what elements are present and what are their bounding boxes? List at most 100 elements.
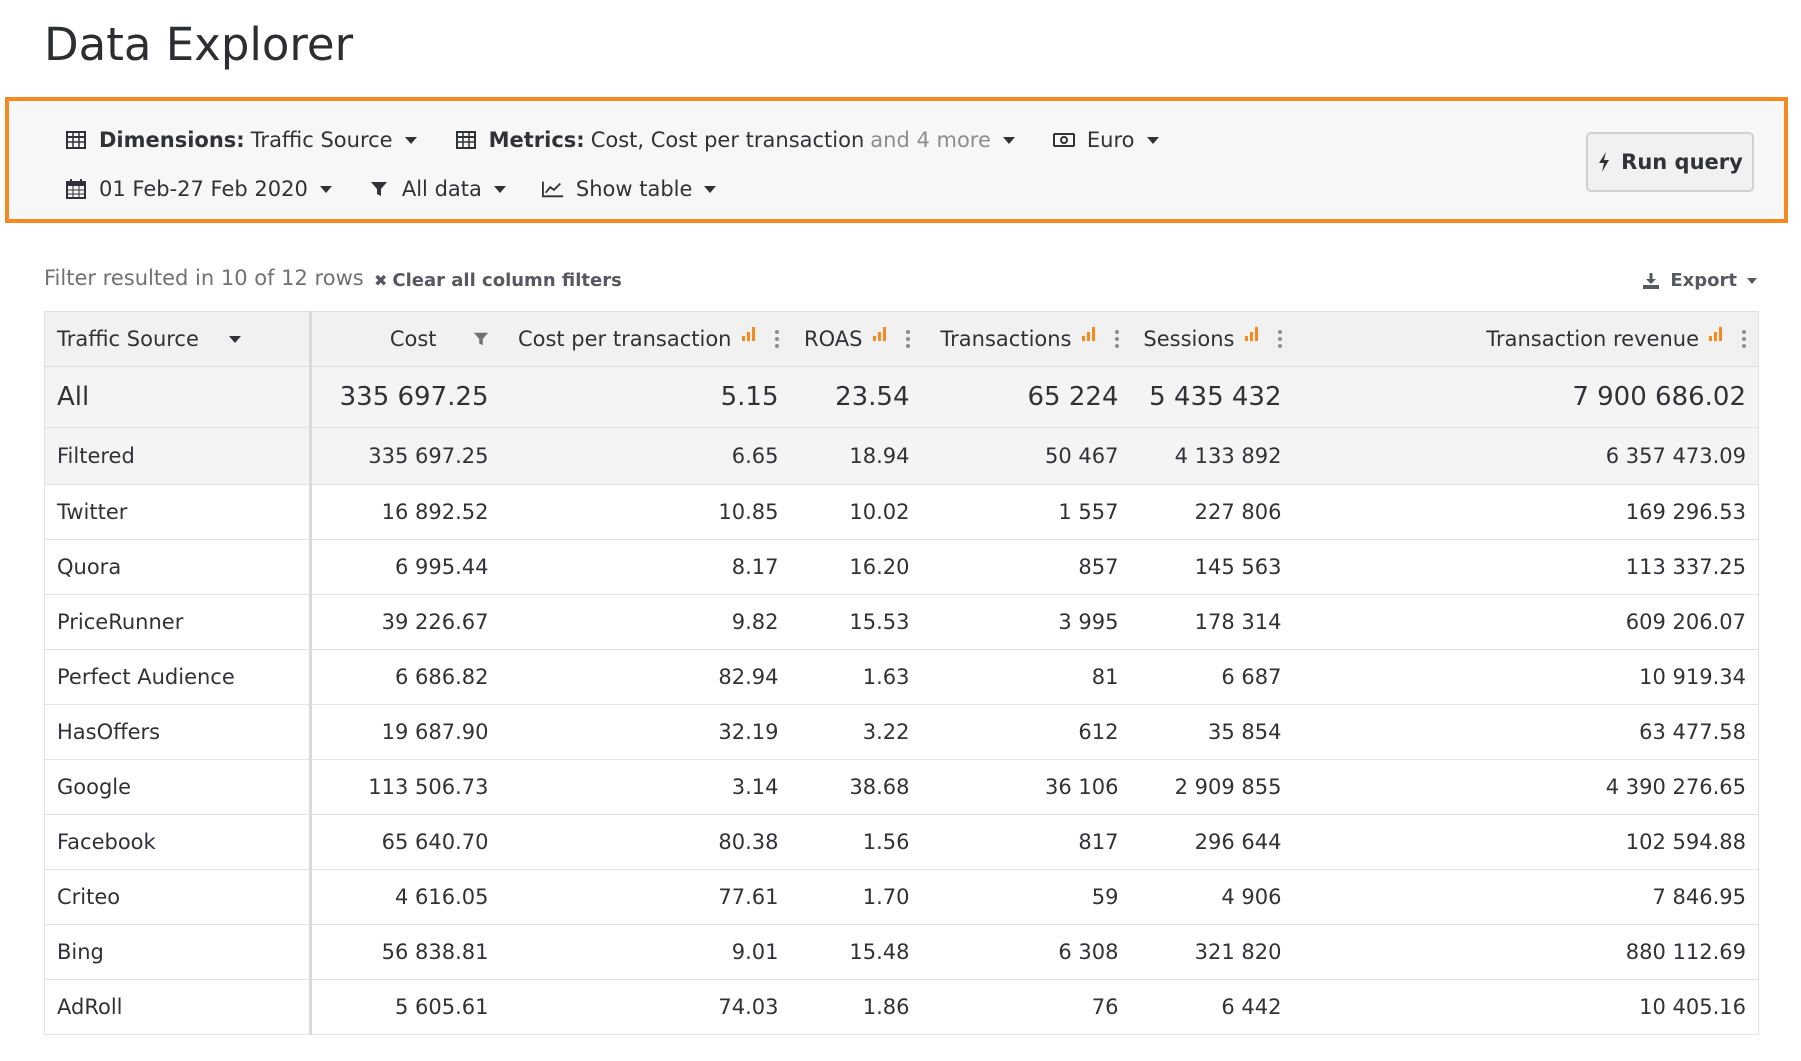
cell-transaction-revenue: 6 357 473.09 — [1293, 427, 1759, 485]
column-header-sessions[interactable]: Sessions — [1130, 311, 1294, 367]
column-header-label: Cost — [389, 327, 437, 351]
sort-down-icon[interactable] — [228, 335, 241, 343]
dimensions-label: Dimensions: — [99, 128, 245, 152]
cell-sessions: 227 806 — [1130, 484, 1294, 540]
cell-cost: 6 995.44 — [310, 539, 501, 595]
cell-transactions: 76 — [921, 979, 1131, 1035]
dimensions-dropdown[interactable]: Dimensions: Traffic Source — [65, 128, 417, 152]
cell-sessions: 145 563 — [1130, 539, 1294, 595]
cell-sessions: 321 820 — [1130, 924, 1294, 980]
column-header-cost-per-transaction[interactable]: Cost per transaction — [500, 311, 791, 367]
row-label: Criteo — [44, 869, 312, 925]
table-row[interactable]: Twitter 16 892.52 10.85 10.02 1 557 227 … — [44, 484, 1759, 540]
row-label: Twitter — [44, 484, 312, 540]
table-row[interactable]: Google 113 506.73 3.14 38.68 36 106 2 90… — [44, 759, 1759, 815]
cell-cost: 19 687.90 — [310, 704, 501, 760]
row-label: Filtered — [44, 427, 312, 485]
cell-transactions: 36 106 — [921, 759, 1131, 815]
metrics-value: Cost, Cost per transaction — [590, 128, 865, 152]
more-options-icon[interactable] — [1742, 330, 1746, 348]
table-row[interactable]: AdRoll 5 605.61 74.03 1.86 76 6 442 10 4… — [44, 979, 1759, 1035]
cell-roas: 15.53 — [790, 594, 922, 650]
banknote-icon — [1052, 129, 1075, 151]
export-label: Export — [1670, 270, 1737, 291]
query-row-primary: Dimensions: Traffic Source Metrics: Cost… — [65, 125, 1159, 155]
column-header-label: Transactions — [940, 327, 1072, 351]
cell-transaction-revenue: 113 337.25 — [1293, 539, 1759, 595]
column-header-cost[interactable]: Cost — [310, 311, 501, 367]
table-row[interactable]: HasOffers 19 687.90 32.19 3.22 612 35 85… — [44, 704, 1759, 760]
date-range-picker[interactable]: 01 Feb-27 Feb 2020 — [65, 177, 332, 201]
bar-chart-icon — [872, 327, 886, 341]
run-query-button[interactable]: Run query — [1586, 132, 1754, 192]
cell-roas: 1.86 — [790, 979, 922, 1035]
cell-cost: 16 892.52 — [310, 484, 501, 540]
cell-cost: 6 686.82 — [310, 649, 501, 705]
cell-cost-per-transaction: 10.85 — [500, 484, 791, 540]
cell-sessions: 4 906 — [1130, 869, 1294, 925]
cell-cost: 113 506.73 — [310, 759, 501, 815]
column-header-label: Sessions — [1143, 327, 1235, 351]
more-options-icon[interactable] — [1114, 330, 1119, 348]
cell-cost: 65 640.70 — [310, 814, 501, 870]
cell-transaction-revenue: 7 846.95 — [1293, 869, 1759, 925]
chevron-down-icon — [1146, 136, 1159, 144]
cell-roas: 3.22 — [790, 704, 922, 760]
lightning-icon — [1597, 151, 1611, 173]
summary-row-all: All 335 697.25 5.15 23.54 65 224 5 435 4… — [44, 366, 1759, 428]
view-mode-dropdown[interactable]: Show table — [541, 177, 717, 201]
chevron-down-icon — [319, 185, 332, 193]
currency-value: Euro — [1086, 128, 1135, 152]
table-row[interactable]: Facebook 65 640.70 80.38 1.56 817 296 64… — [44, 814, 1759, 870]
cell-roas: 1.70 — [790, 869, 922, 925]
cell-cost: 4 616.05 — [310, 869, 501, 925]
table-row[interactable]: Perfect Audience 6 686.82 82.94 1.63 81 … — [44, 649, 1759, 705]
data-filter-dropdown[interactable]: All data — [368, 177, 506, 201]
table-row[interactable]: Criteo 4 616.05 77.61 1.70 59 4 906 7 84… — [44, 869, 1759, 925]
table-row[interactable]: Bing 56 838.81 9.01 15.48 6 308 321 820 … — [44, 924, 1759, 980]
row-label: Facebook — [44, 814, 312, 870]
more-options-icon[interactable] — [905, 330, 910, 348]
more-options-icon[interactable] — [774, 330, 779, 348]
table-row[interactable]: Quora 6 995.44 8.17 16.20 857 145 563 11… — [44, 539, 1759, 595]
cell-roas: 1.56 — [790, 814, 922, 870]
cell-cost: 335 697.25 — [310, 427, 501, 485]
filter-icon[interactable] — [473, 331, 489, 347]
cell-transactions: 817 — [921, 814, 1131, 870]
cell-cost-per-transaction: 9.82 — [500, 594, 791, 650]
cell-roas: 1.63 — [790, 649, 922, 705]
table-row[interactable]: PriceRunner 39 226.67 9.82 15.53 3 995 1… — [44, 594, 1759, 650]
column-header-label: Traffic Source — [57, 327, 199, 351]
cell-cost: 5 605.61 — [310, 979, 501, 1035]
column-header-transactions[interactable]: Transactions — [921, 311, 1131, 367]
query-row-secondary: 01 Feb-27 Feb 2020 All data Show table — [65, 174, 717, 204]
currency-dropdown[interactable]: Euro — [1052, 128, 1159, 152]
clear-filters-label: Clear all column filters — [392, 270, 622, 291]
bar-chart-icon — [1709, 327, 1722, 341]
dimensions-value: Traffic Source — [250, 128, 393, 152]
column-header-roas[interactable]: ROAS — [790, 311, 922, 367]
summary-row-filtered: Filtered 335 697.25 6.65 18.94 50 467 4 … — [44, 427, 1759, 485]
filter-icon — [368, 178, 390, 200]
clear-filters-button[interactable]: ✖ Clear all column filters — [374, 270, 622, 291]
metrics-dropdown[interactable]: Metrics: Cost, Cost per transaction and … — [455, 128, 1015, 152]
cell-roas: 16.20 — [790, 539, 922, 595]
cell-transactions: 612 — [921, 704, 1131, 760]
cell-cost: 39 226.67 — [310, 594, 501, 650]
column-header-traffic-source[interactable]: Traffic Source — [44, 311, 312, 367]
export-button[interactable]: Export — [1642, 270, 1757, 291]
cell-roas: 23.54 — [790, 366, 922, 428]
cell-transaction-revenue: 63 477.58 — [1293, 704, 1759, 760]
chevron-down-icon — [404, 136, 417, 144]
line-chart-icon — [541, 178, 564, 200]
cell-transaction-revenue: 169 296.53 — [1293, 484, 1759, 540]
row-label: Perfect Audience — [44, 649, 312, 705]
column-header-transaction-revenue[interactable]: Transaction revenue — [1293, 311, 1759, 367]
cell-sessions: 5 435 432 — [1130, 366, 1294, 428]
cell-transactions: 65 224 — [921, 366, 1131, 428]
query-panel: Dimensions: Traffic Source Metrics: Cost… — [5, 97, 1788, 223]
more-options-icon[interactable] — [1277, 330, 1282, 348]
cell-transaction-revenue: 4 390 276.65 — [1293, 759, 1759, 815]
bar-chart-icon — [1244, 327, 1258, 341]
cell-sessions: 178 314 — [1130, 594, 1294, 650]
